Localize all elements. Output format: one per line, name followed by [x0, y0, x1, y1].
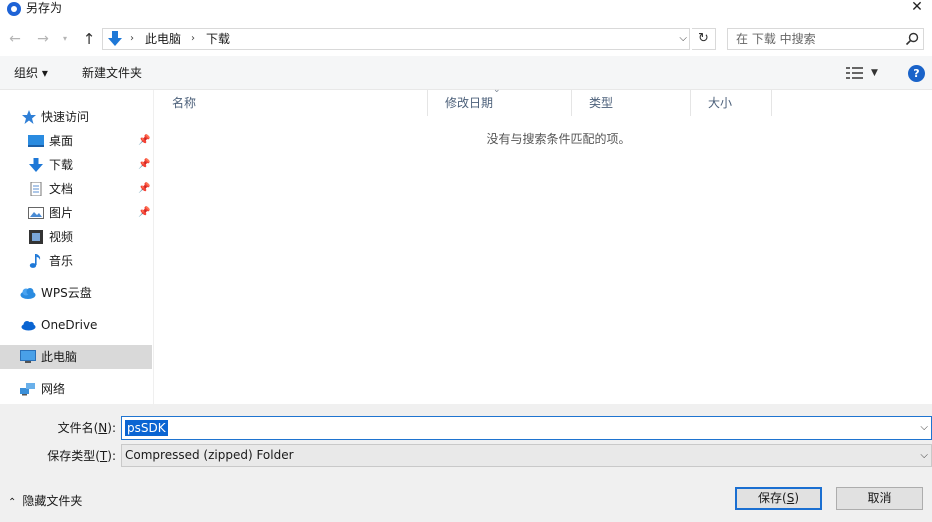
- search-placeholder: 在 下载 中搜索: [736, 32, 816, 46]
- view-options-icon[interactable]: [846, 66, 864, 80]
- star-icon: [22, 110, 36, 124]
- new-folder-button[interactable]: 新建文件夹: [82, 56, 142, 90]
- breadcrumb-separator-icon: ›: [130, 33, 134, 44]
- chevron-up-icon: ⌃: [8, 497, 17, 508]
- filename-label-text: 文件名(: [57, 421, 99, 435]
- sidebar-item-quick-access[interactable]: 快速访问: [0, 105, 152, 129]
- command-bar: 组织 ▾ 新建文件夹 ▼ ?: [0, 56, 932, 90]
- filename-value: psSDK: [125, 420, 168, 436]
- document-icon: [30, 182, 42, 196]
- picture-icon: [28, 207, 44, 219]
- breadcrumb-item-downloads[interactable]: 下载: [206, 29, 230, 49]
- breadcrumb-item-this-pc[interactable]: 此电脑: [145, 29, 181, 49]
- filename-label: 文件名(N):: [0, 417, 116, 439]
- save-button[interactable]: 保存(S): [735, 487, 822, 510]
- sidebar-item-label: 图片: [49, 206, 74, 220]
- save-label-suffix: ): [794, 491, 799, 505]
- computer-icon: [20, 350, 36, 363]
- pin-icon[interactable]: 📌: [138, 129, 150, 153]
- sidebar-item-onedrive[interactable]: OneDrive: [0, 313, 152, 337]
- sidebar-item-pictures[interactable]: 图片 📌: [0, 201, 152, 225]
- hide-folders-button[interactable]: ⌃ 隐藏文件夹: [8, 490, 82, 514]
- sidebar-item-label: 网络: [41, 382, 66, 396]
- pin-icon[interactable]: 📌: [138, 201, 150, 225]
- hide-folders-label: 隐藏文件夹: [22, 494, 83, 508]
- pin-icon[interactable]: 📌: [138, 153, 150, 177]
- sidebar-item-label: 下载: [49, 158, 74, 172]
- breadcrumb-separator-icon: ›: [191, 33, 195, 44]
- sidebar-item-label: 音乐: [49, 254, 74, 268]
- sidebar-item-music[interactable]: 音乐: [0, 249, 152, 273]
- cloud-icon: [20, 288, 36, 299]
- sidebar-item-label: 文档: [49, 182, 74, 196]
- refresh-button[interactable]: ↻: [692, 28, 716, 50]
- address-chevron-down-icon[interactable]: ⌵: [679, 29, 687, 49]
- filetype-value: Compressed (zipped) Folder: [125, 448, 294, 462]
- sidebar-item-videos[interactable]: 视频: [0, 225, 152, 249]
- sidebar-item-desktop[interactable]: 桌面 📌: [0, 129, 152, 153]
- filetype-label: 保存类型(T):: [0, 445, 116, 467]
- organize-button[interactable]: 组织 ▾: [14, 56, 48, 90]
- onedrive-icon: [21, 321, 36, 331]
- window-title: 另存为: [26, 1, 63, 15]
- sidebar-item-downloads[interactable]: 下载 📌: [0, 153, 152, 177]
- back-arrow-icon[interactable]: ←: [6, 30, 24, 48]
- sidebar-item-documents[interactable]: 文档 📌: [0, 177, 152, 201]
- video-icon: [29, 230, 43, 244]
- download-icon: [108, 31, 122, 46]
- music-icon: [29, 254, 41, 268]
- column-header-type[interactable]: 类型: [572, 90, 691, 116]
- pin-icon[interactable]: 📌: [138, 177, 150, 201]
- download-icon: [29, 158, 43, 172]
- sidebar-item-network[interactable]: 网络: [0, 377, 152, 401]
- sidebar-item-wps-cloud[interactable]: WPS云盘: [0, 281, 152, 305]
- recent-locations-chevron-icon[interactable]: ▾: [63, 30, 67, 48]
- close-button[interactable]: ✕: [902, 0, 932, 16]
- view-chevron-down-icon[interactable]: ▼: [871, 56, 878, 90]
- cancel-button[interactable]: 取消: [836, 487, 923, 510]
- address-bar[interactable]: › 此电脑 › 下载 ⌵: [102, 28, 690, 50]
- filename-chevron-down-icon[interactable]: ⌵: [920, 417, 928, 439]
- up-arrow-icon[interactable]: ↑: [80, 30, 98, 48]
- filetype-chevron-down-icon[interactable]: ⌵: [920, 445, 928, 467]
- search-input[interactable]: 在 下载 中搜索: [727, 28, 924, 50]
- column-header-size[interactable]: 大小: [691, 90, 772, 116]
- filetype-label-suffix: ):: [107, 449, 116, 463]
- sidebar-item-this-pc[interactable]: 此电脑: [0, 345, 152, 369]
- desktop-icon: [28, 135, 44, 147]
- filetype-select[interactable]: Compressed (zipped) Folder ⌵: [121, 444, 932, 467]
- sidebar-item-label: WPS云盘: [41, 286, 92, 300]
- file-list: 名称 修改日期 ⌄ 类型 大小 没有与搜索条件匹配的项。: [155, 85, 932, 404]
- sidebar-item-label: 此电脑: [41, 350, 78, 364]
- sidebar-item-label: 桌面: [49, 134, 74, 148]
- sidebar-item-label: OneDrive: [41, 318, 98, 332]
- filetype-label-text: 保存类型(: [47, 449, 100, 463]
- navigation-bar: ← → ▾ ↑ › 此电脑 › 下载 ⌵ ↻ 在 下载 中搜索: [0, 24, 932, 56]
- navigation-pane: 快速访问 桌面 📌 下载 📌 文档 📌 图片 📌 视频 音乐 WPS云盘 One…: [0, 90, 154, 404]
- filename-access-key: N: [98, 421, 108, 435]
- forward-arrow-icon[interactable]: →: [34, 30, 52, 48]
- save-label-text: 保存(: [758, 491, 787, 505]
- sidebar-item-label: 快速访问: [41, 110, 90, 124]
- save-options-panel: 文件名(N): psSDK ⌵ 保存类型(T): Compressed (zip…: [0, 404, 932, 522]
- sort-chevron-icon: ⌄: [493, 85, 501, 95]
- filename-label-suffix: ):: [107, 421, 116, 435]
- sidebar-item-label: 视频: [49, 230, 74, 244]
- title-bar: 另存为 ✕: [0, 0, 932, 24]
- filename-field[interactable]: psSDK ⌵: [121, 416, 932, 440]
- network-icon: [20, 383, 35, 396]
- empty-folder-message: 没有与搜索条件匹配的项。: [486, 132, 631, 146]
- app-circle-icon: [7, 2, 21, 16]
- help-icon[interactable]: ?: [908, 65, 925, 82]
- search-icon[interactable]: [905, 32, 919, 46]
- column-header-name[interactable]: 名称: [155, 90, 428, 116]
